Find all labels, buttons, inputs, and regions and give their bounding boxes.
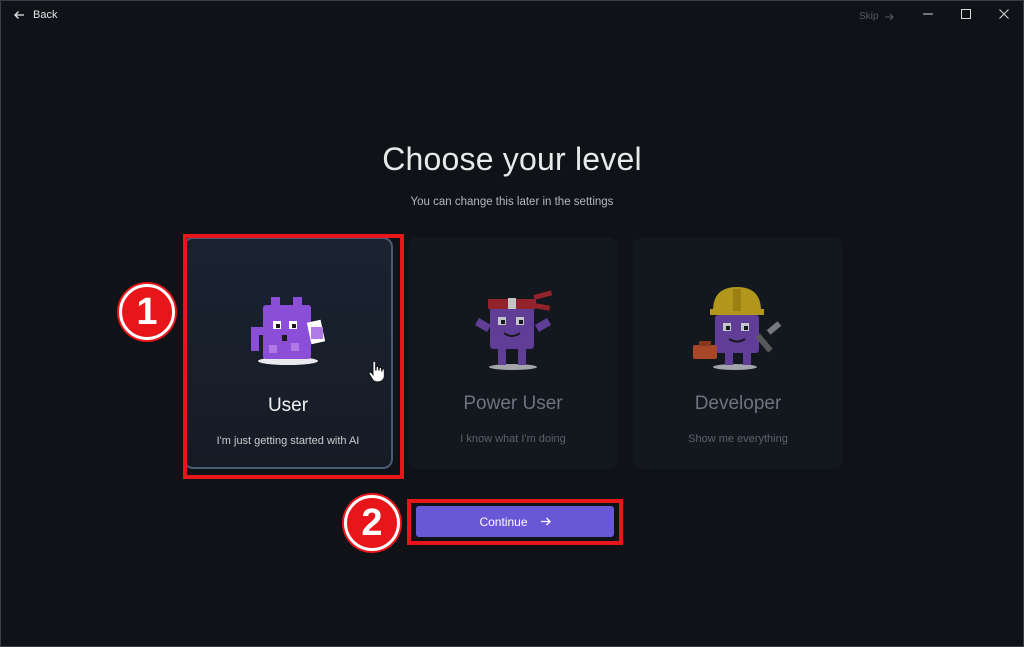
level-card-power-user[interactable]: Power User I know what I'm doing [408,237,618,469]
skip-button[interactable]: Skip [859,11,895,22]
level-title: Developer [694,393,782,414]
continue-highlight-box [407,499,623,545]
hand-cursor-icon [368,361,384,383]
level-description: Show me everything [688,433,788,445]
skip-label: Skip [859,11,879,22]
page-subtitle: You can change this later in the setting… [410,196,614,208]
app-window: Back Skip Choose your level You can chan… [0,0,1024,647]
mascot-developer-icon [633,281,843,371]
maximize-button[interactable] [951,5,981,23]
minimize-button[interactable] [913,5,943,23]
close-icon [999,9,1009,19]
level-description: I know what I'm doing [460,433,566,445]
level-card-developer[interactable]: Developer Show me everything [633,237,843,469]
title-bar: Back Skip [1,1,1023,33]
step-2-badge: 2 [344,495,400,551]
maximize-icon [961,9,971,19]
close-button[interactable] [989,5,1019,23]
page-title: Choose your level [382,141,642,177]
step-1-badge: 1 [119,284,175,340]
selection-highlight-box [183,234,404,479]
back-label: Back [33,9,58,21]
arrow-left-icon [14,11,24,19]
arrow-right-icon [885,13,895,20]
mascot-power-user-icon [408,281,618,371]
back-button[interactable]: Back [13,9,57,21]
minimize-icon [923,13,933,15]
level-title: Power User [463,393,563,414]
